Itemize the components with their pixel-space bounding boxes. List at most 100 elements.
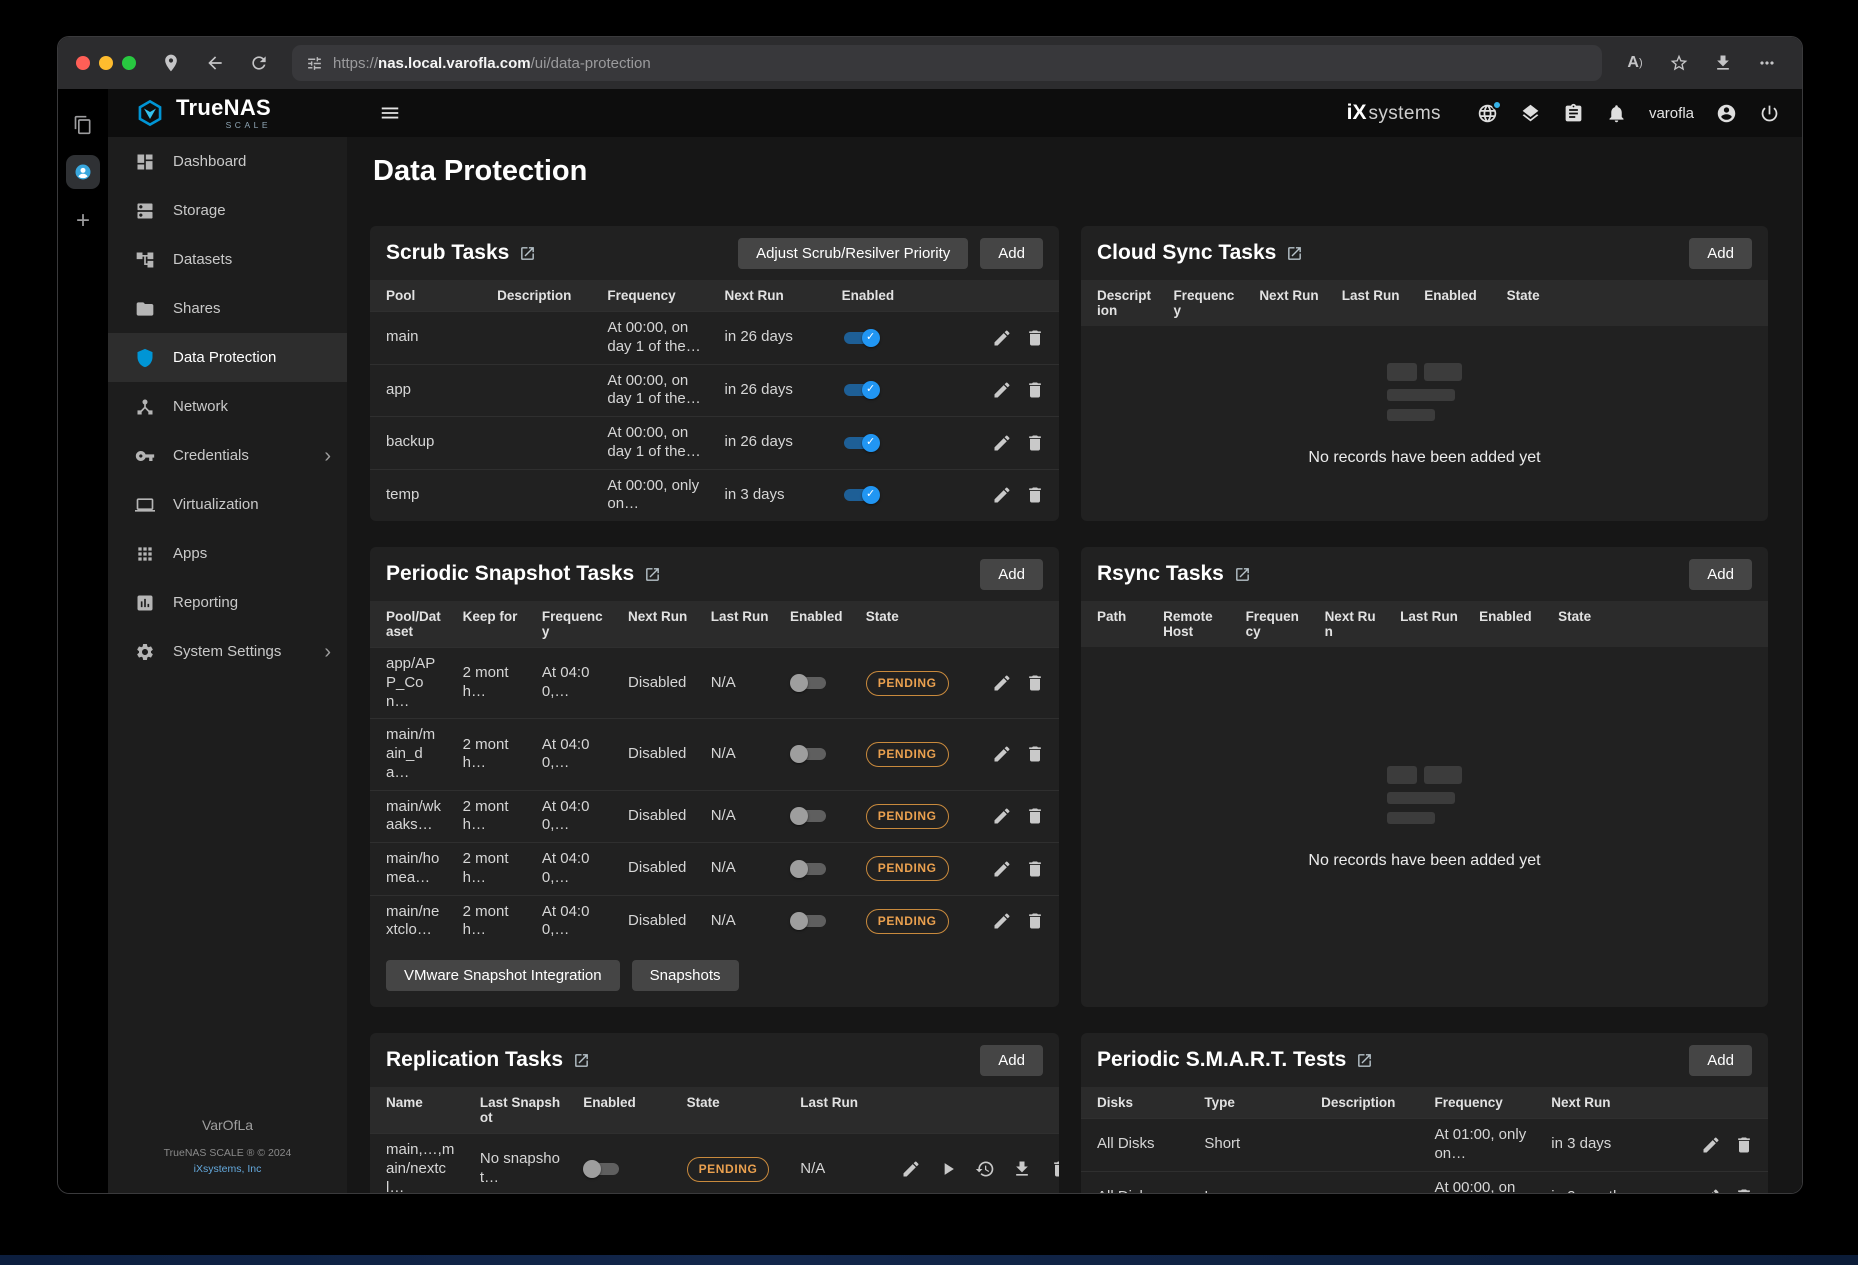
add-rsync-button[interactable]: Add — [1689, 559, 1752, 590]
external-link-icon[interactable] — [573, 1052, 590, 1069]
url-bar[interactable]: https://nas.local.varofla.com/ui/data-pr… — [292, 45, 1602, 81]
power-icon[interactable] — [1759, 103, 1780, 124]
edit-icon[interactable] — [990, 742, 1014, 766]
empty-state-text: No records have been added yet — [1308, 852, 1540, 870]
edit-icon[interactable] — [990, 671, 1014, 695]
edit-icon[interactable] — [1699, 1185, 1723, 1193]
delete-icon[interactable] — [1023, 857, 1047, 881]
refresh-button[interactable] — [242, 46, 276, 80]
replication-tasks-card: Replication Tasks Add Name Last — [370, 1033, 1059, 1193]
zoom-window-button[interactable] — [122, 56, 136, 70]
enabled-toggle[interactable]: ✓ — [842, 433, 880, 453]
enabled-toggle[interactable] — [790, 806, 828, 826]
favorite-star-icon[interactable] — [1662, 46, 1696, 80]
sidebar-item-storage[interactable]: Storage — [108, 186, 347, 235]
alerts-bell-icon[interactable] — [1606, 103, 1627, 124]
vmware-snapshot-integration-button[interactable]: VMware Snapshot Integration — [386, 960, 620, 991]
delete-icon[interactable] — [1023, 483, 1047, 507]
delete-icon[interactable] — [1048, 1157, 1060, 1181]
ixsystems-logo[interactable]: iX systems — [1347, 101, 1441, 125]
add-snapshot-task-button[interactable]: Add — [980, 559, 1043, 590]
enabled-toggle[interactable]: ✓ — [842, 328, 880, 348]
edit-icon[interactable] — [899, 1157, 923, 1181]
truenas-logo[interactable]: TrueNAS SCALE — [108, 97, 347, 130]
back-button[interactable] — [198, 46, 232, 80]
chevron-right-icon: › — [324, 446, 331, 466]
add-scrub-button[interactable]: Add — [980, 238, 1043, 269]
sidebar-item-system-settings[interactable]: System Settings› — [108, 627, 347, 676]
delete-icon[interactable] — [1023, 431, 1047, 455]
sidenav-toggle-icon[interactable] — [379, 102, 401, 124]
tab-switcher-icon[interactable] — [73, 115, 93, 135]
add-replication-button[interactable]: Add — [980, 1045, 1043, 1076]
delete-icon[interactable] — [1023, 326, 1047, 350]
status-badge: PENDING — [866, 909, 949, 934]
external-link-icon[interactable] — [1356, 1052, 1373, 1069]
edit-icon[interactable] — [990, 326, 1014, 350]
external-link-icon[interactable] — [1286, 245, 1303, 262]
snapshots-button[interactable]: Snapshots — [632, 960, 739, 991]
ixsystems-link[interactable]: iXsystems, Inc — [194, 1163, 262, 1175]
read-aloud-icon[interactable]: A) — [1618, 46, 1652, 80]
close-window-button[interactable] — [76, 56, 90, 70]
user-avatar-icon[interactable] — [1716, 103, 1737, 124]
enabled-toggle[interactable] — [790, 673, 828, 693]
jobs-icon[interactable] — [1520, 103, 1541, 124]
sidebar-item-network[interactable]: Network — [108, 382, 347, 431]
truecommand-icon[interactable] — [1477, 103, 1498, 124]
add-cloud-sync-button[interactable]: Add — [1689, 238, 1752, 269]
external-link-icon[interactable] — [519, 245, 536, 262]
adjust-scrub-priority-button[interactable]: Adjust Scrub/Resilver Priority — [738, 238, 968, 269]
edit-icon[interactable] — [990, 857, 1014, 881]
sidebar-item-shares[interactable]: Shares — [108, 284, 347, 333]
enabled-toggle[interactable]: ✓ — [842, 485, 880, 505]
delete-icon[interactable] — [1023, 378, 1047, 402]
sidebar-item-virtualization[interactable]: Virtualization — [108, 480, 347, 529]
enabled-toggle[interactable] — [790, 911, 828, 931]
extension-icon[interactable] — [66, 155, 100, 189]
browser-body: + TrueNAS SCALE iX — [58, 89, 1802, 1193]
delete-icon[interactable] — [1023, 909, 1047, 933]
add-smart-test-button[interactable]: Add — [1689, 1045, 1752, 1076]
edit-icon[interactable] — [990, 378, 1014, 402]
edit-icon[interactable] — [990, 483, 1014, 507]
restore-icon[interactable] — [973, 1157, 997, 1181]
sidebar-item-data-protection[interactable]: Data Protection — [108, 333, 347, 382]
sidebar-item-apps[interactable]: Apps — [108, 529, 347, 578]
browser-menu-icon[interactable] — [1750, 46, 1784, 80]
minimize-window-button[interactable] — [99, 56, 113, 70]
sidebar-item-reporting[interactable]: Reporting — [108, 578, 347, 627]
workspaces-pin-icon[interactable] — [154, 46, 188, 80]
enabled-toggle[interactable] — [790, 859, 828, 879]
edit-icon[interactable] — [990, 804, 1014, 828]
delete-icon[interactable] — [1023, 742, 1047, 766]
downloads-icon[interactable] — [1706, 46, 1740, 80]
run-now-icon[interactable] — [936, 1157, 960, 1181]
external-link-icon[interactable] — [644, 566, 661, 583]
status-badge: PENDING — [866, 742, 949, 767]
delete-icon[interactable] — [1023, 804, 1047, 828]
sidebar-item-credentials[interactable]: Credentials› — [108, 431, 347, 480]
empty-state-text: No records have been added yet — [1308, 449, 1540, 467]
changelog-icon[interactable] — [1563, 103, 1584, 124]
cards-grid: Scrub Tasks Adjust Scrub/Resilver Priori… — [370, 226, 1766, 1193]
download-keys-icon[interactable] — [1010, 1157, 1034, 1181]
external-link-icon[interactable] — [1234, 566, 1251, 583]
edit-icon[interactable] — [1699, 1133, 1723, 1157]
enabled-toggle[interactable] — [583, 1159, 621, 1179]
enabled-toggle[interactable] — [790, 744, 828, 764]
enabled-toggle[interactable]: ✓ — [842, 380, 880, 400]
delete-icon[interactable] — [1732, 1185, 1756, 1193]
edit-icon[interactable] — [990, 909, 1014, 933]
table-row: main/main_da… 2 month… At 04:00,… Disabl… — [370, 719, 1059, 790]
header-actions: iX systems varofla — [1347, 101, 1780, 125]
status-badge: PENDING — [866, 804, 949, 829]
sidebar-item-dashboard[interactable]: Dashboard — [108, 137, 347, 186]
sidebar-item-datasets[interactable]: Datasets — [108, 235, 347, 284]
empty-state: No records have been added yet — [1081, 326, 1768, 521]
new-tab-button[interactable]: + — [76, 209, 90, 233]
site-info-icon[interactable] — [306, 55, 323, 72]
edit-icon[interactable] — [990, 431, 1014, 455]
delete-icon[interactable] — [1732, 1133, 1756, 1157]
delete-icon[interactable] — [1023, 671, 1047, 695]
